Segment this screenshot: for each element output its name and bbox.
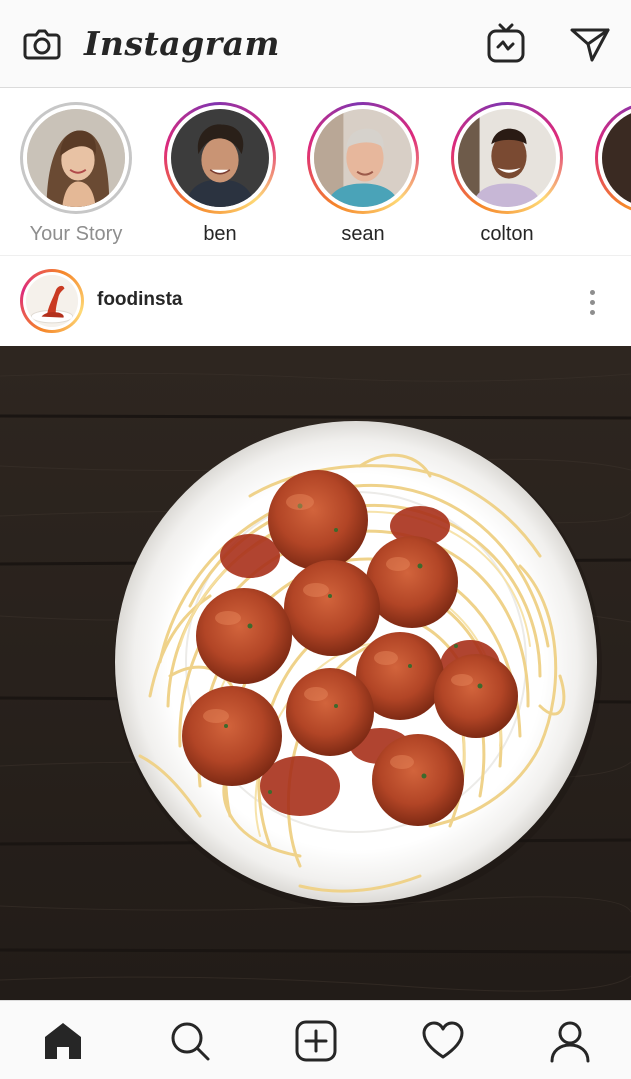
story-your-story[interactable]: Your Story [16, 102, 136, 246]
direct-messages-button[interactable] [568, 22, 612, 66]
avatar [171, 109, 269, 207]
story-ben[interactable]: ben [160, 102, 280, 246]
story-partial[interactable] [591, 102, 631, 222]
nav-new-post-button[interactable] [292, 1017, 340, 1065]
story-label: Your Story [29, 223, 123, 245]
story-sean[interactable]: sean [303, 102, 423, 246]
top-bar: Instagram [0, 0, 631, 88]
stories-tray: Your Story ben sean colton [0, 88, 631, 256]
story-label: colton [480, 223, 534, 245]
more-vertical-icon [589, 289, 595, 315]
story-ring [20, 102, 132, 214]
avatar [314, 109, 412, 207]
profile-icon [550, 1021, 590, 1063]
igtv-button[interactable] [484, 22, 528, 66]
bottom-navigation [0, 1000, 631, 1079]
igtv-icon [487, 23, 525, 63]
avatar [26, 275, 78, 327]
story-label: sean [341, 223, 385, 245]
home-icon [45, 1023, 81, 1059]
story-ring [164, 102, 276, 214]
camera-icon [23, 29, 61, 60]
avatar [458, 109, 556, 207]
add-post-icon [295, 1020, 337, 1062]
story-ring [451, 102, 563, 214]
story-colton[interactable]: colton [447, 102, 567, 246]
paper-plane-icon [570, 28, 610, 62]
story-label: ben [203, 223, 237, 245]
avatar [27, 109, 125, 207]
post-author-username[interactable]: foodinsta [97, 286, 183, 314]
heart-icon [422, 1021, 464, 1059]
story-ring [595, 102, 631, 214]
post-image[interactable] [0, 346, 631, 1000]
post-header: foodinsta [0, 256, 631, 346]
nav-profile-button[interactable] [546, 1017, 594, 1065]
nav-home-button[interactable] [39, 1017, 87, 1065]
post-more-options-button[interactable] [578, 282, 606, 322]
avatar [602, 109, 631, 207]
camera-button[interactable] [20, 22, 64, 66]
post-author-avatar[interactable] [20, 269, 84, 333]
nav-search-button[interactable] [166, 1017, 214, 1065]
nav-activity-button[interactable] [419, 1017, 467, 1065]
search-icon [171, 1022, 210, 1061]
spaghetti-meatballs-photo [0, 346, 631, 1000]
app-wordmark: Instagram [84, 24, 280, 63]
story-ring [307, 102, 419, 214]
